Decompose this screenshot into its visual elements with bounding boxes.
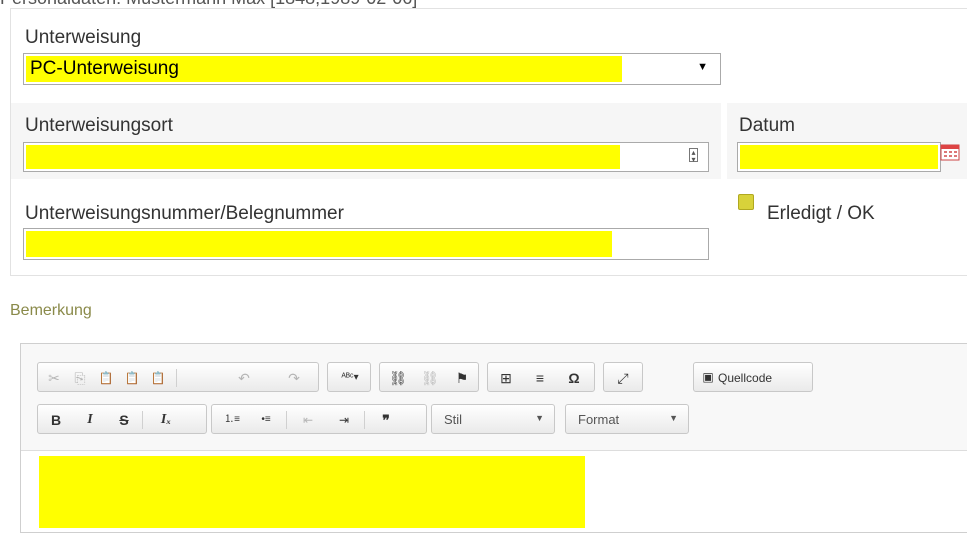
style-dropdown-label: Stil	[444, 412, 463, 427]
paste-word-icon[interactable]: 📋	[148, 368, 168, 388]
italic-icon[interactable]: I	[80, 410, 100, 430]
editor-toolbar: ✂ ⎘ 📋 📋 📋 ↶ ↷ ᴬᴮᶜ▾ ⛓ ⛓ ⚑ ⊞ ≡ Ω ⤢ ▣ Quell…	[21, 344, 967, 451]
horizontal-line-icon[interactable]: ≡	[530, 368, 550, 388]
unterweisungsort-label: Unterweisungsort	[25, 115, 173, 136]
unterweisung-label: Unterweisung	[25, 27, 142, 48]
spellcheck-icon[interactable]: ᴬᴮᶜ▾	[334, 368, 366, 388]
belegnummer-input[interactable]	[23, 228, 709, 260]
spellcheck-group: ᴬᴮᶜ▾	[327, 362, 371, 392]
table-icon[interactable]: ⊞	[496, 368, 516, 388]
belegnummer-label: Unterweisungsnummer/Belegnummer	[25, 203, 344, 224]
maximize-icon[interactable]: ⤢	[613, 368, 633, 388]
link-icon[interactable]: ⛓	[388, 368, 408, 388]
maximize-group: ⤢	[603, 362, 643, 392]
undo-icon[interactable]: ↶	[234, 368, 254, 388]
paste-icon[interactable]: 📋	[96, 368, 116, 388]
format-dropdown-label: Format	[578, 412, 620, 427]
source-icon: ▣	[702, 370, 714, 384]
format-dropdown[interactable]: Format ▼	[565, 404, 689, 434]
basic-style-group: B I S Iₓ	[37, 404, 207, 434]
paste-text-icon[interactable]: 📋	[122, 368, 142, 388]
paragraph-group: ⒈≡ •≡ ⇤ ⇥ ❞	[211, 404, 427, 434]
chevron-down-icon: ▼	[697, 61, 708, 73]
bulleted-list-icon[interactable]: •≡	[256, 410, 276, 430]
calendar-icon[interactable]	[940, 143, 960, 161]
chevron-down-icon: ▼	[535, 413, 544, 423]
highlight-fill	[740, 145, 938, 169]
datum-input[interactable]	[737, 142, 941, 172]
strike-icon[interactable]: S	[114, 410, 134, 430]
form-panel: Unterweisung PC-Unterweisung ▼ Unterweis…	[10, 8, 967, 276]
rich-text-editor[interactable]: ✂ ⎘ 📋 📋 📋 ↶ ↷ ᴬᴮᶜ▾ ⛓ ⛓ ⚑ ⊞ ≡ Ω ⤢ ▣ Quell…	[20, 343, 967, 533]
source-button[interactable]: ▣ Quellcode	[693, 362, 813, 392]
blockquote-icon[interactable]: ❞	[376, 410, 396, 430]
indent-icon[interactable]: ⇥	[334, 410, 354, 430]
source-label: Quellcode	[718, 371, 773, 385]
chevron-down-icon: ▼	[669, 413, 678, 423]
insert-group: ⊞ ≡ Ω	[487, 362, 595, 392]
toolbar-separator	[364, 411, 365, 429]
anchor-icon[interactable]: ⚑	[452, 368, 472, 388]
special-char-icon[interactable]: Ω	[564, 368, 584, 388]
toolbar-separator	[286, 411, 287, 429]
toolbar-separator	[142, 411, 143, 429]
style-dropdown[interactable]: Stil ▼	[431, 404, 555, 434]
link-group: ⛓ ⛓ ⚑	[379, 362, 479, 392]
unlink-icon[interactable]: ⛓	[420, 368, 440, 388]
redo-icon[interactable]: ↷	[284, 368, 304, 388]
cut-icon[interactable]: ✂	[44, 368, 64, 388]
erledigt-label: Erledigt / OK	[767, 203, 875, 224]
spinner-icon[interactable]: ▴ ▾	[689, 148, 698, 164]
unterweisung-select[interactable]: PC-Unterweisung ▼	[23, 53, 721, 85]
bemerkung-label: Bemerkung	[10, 302, 92, 319]
numbered-list-icon[interactable]: ⒈≡	[222, 410, 242, 430]
unterweisung-select-value: PC-Unterweisung	[30, 58, 179, 79]
highlight-fill	[26, 231, 612, 257]
erledigt-checkbox[interactable]	[738, 194, 754, 210]
datum-label: Datum	[739, 115, 795, 136]
copy-icon[interactable]: ⎘	[70, 368, 90, 388]
bold-icon[interactable]: B	[46, 410, 66, 430]
highlight-fill	[26, 145, 620, 169]
remove-format-icon[interactable]: Iₓ	[156, 410, 176, 430]
clipboard-group: ✂ ⎘ 📋 📋 📋 ↶ ↷	[37, 362, 319, 392]
outdent-icon[interactable]: ⇤	[298, 410, 318, 430]
editor-content-highlight[interactable]	[39, 456, 585, 528]
unterweisungsort-input[interactable]: ▴ ▾	[23, 142, 709, 172]
toolbar-separator	[176, 369, 177, 387]
